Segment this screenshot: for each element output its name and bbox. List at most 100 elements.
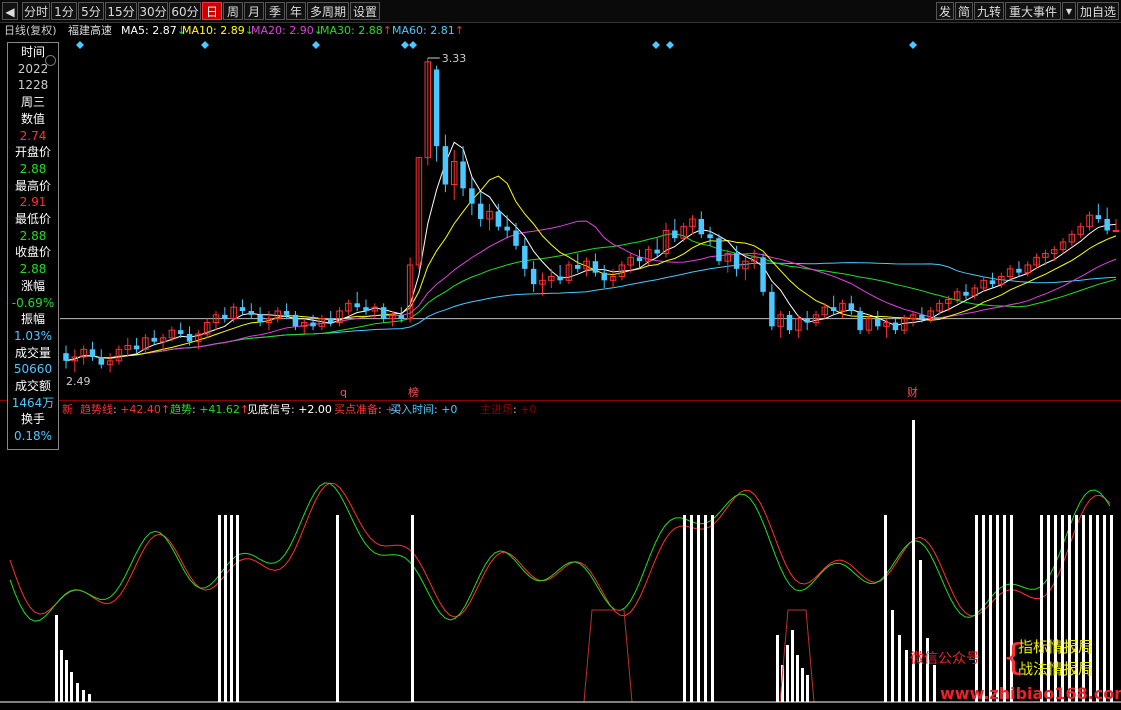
data-window-row-18: 成交量 [14, 345, 51, 360]
data-window-row-2: 1228 [17, 78, 49, 93]
candle-body [804, 318, 810, 323]
event-marker-0: q [340, 386, 347, 399]
candle-body [327, 318, 334, 323]
data-window-row-0: 时间 [20, 45, 45, 59]
candle-body [310, 322, 316, 327]
signal-bar [711, 515, 714, 702]
candle-body [1112, 230, 1120, 232]
candle-body [442, 146, 449, 185]
candle-body [477, 203, 484, 219]
signal-bar [88, 694, 91, 702]
data-window-row-7: 2.88 [19, 161, 47, 176]
signal-bar [218, 515, 221, 702]
signal-bar [76, 683, 79, 702]
candle-body [1095, 215, 1102, 219]
indicator-value-4: +0 [441, 403, 458, 416]
data-window-row-12: 收盘价 [14, 245, 51, 260]
candle-body [513, 230, 519, 246]
data-window-row-21: 1464万 [11, 395, 55, 410]
signal-bar [230, 515, 233, 702]
candle-body [283, 311, 290, 315]
indicator-item-0: 趋势线: +42.40↑ [80, 403, 171, 416]
ma-line-ma10 [65, 175, 1117, 362]
indicator-name: 新 [62, 403, 73, 416]
indicator-item-4: 买入时间: +0 [390, 403, 458, 416]
event-diamond-icon [909, 41, 917, 49]
data-window-row-23: 0.18% [13, 429, 53, 444]
low-price-label: 2.49 [66, 375, 91, 388]
candle-body [830, 307, 837, 311]
signal-bar [791, 630, 794, 702]
signal-bar [411, 515, 414, 702]
candle-body [963, 291, 969, 296]
candle-body [654, 249, 660, 254]
indicator-label-1: 趋势 [170, 403, 192, 416]
indicator-value-2: +2.00 [298, 403, 332, 416]
candle-body [522, 245, 528, 269]
signal-bar [70, 672, 73, 702]
data-window-row-8: 最高价 [14, 178, 51, 193]
candle-body [63, 353, 69, 361]
candle-body [89, 349, 96, 357]
candle-body [222, 314, 228, 319]
event-diamond-icon [652, 41, 660, 49]
candle-body [716, 238, 722, 262]
signal-bar [1110, 515, 1113, 702]
signal-bar [786, 645, 789, 702]
candle-body [363, 307, 369, 311]
oscillator-line-0 [9, 482, 1111, 618]
candle-body [636, 257, 643, 262]
signal-bar [60, 650, 63, 702]
data-window-row-3: 周三 [20, 95, 45, 110]
candle-body [769, 291, 775, 327]
candle-body [433, 69, 440, 147]
candle-body [707, 234, 713, 239]
ma-line-ma60 [65, 262, 1117, 362]
data-window-row-6: 开盘价 [14, 145, 51, 160]
candle-body [892, 322, 899, 331]
candle-body [239, 307, 246, 311]
indicator-label-3: 买点准备 [334, 403, 378, 416]
candle-body [857, 311, 863, 331]
data-window-row-16: 振幅 [20, 312, 45, 327]
candle-body [380, 307, 387, 319]
signal-bar [690, 515, 693, 702]
candle-body [177, 330, 184, 334]
signal-bar [919, 560, 922, 702]
candle-body [469, 188, 475, 204]
signal-bar [236, 515, 239, 702]
data-window: 时间 2022 1228 周三 数值 2.74 开盘价 2.88 最高价 2.91 最低价 2.88 收… [7, 42, 59, 450]
data-window-row-9: 2.91 [19, 195, 47, 210]
signal-bar [776, 635, 779, 702]
watermark-line2: 战法情报局 [1018, 660, 1094, 678]
data-window-row-11: 2.88 [19, 228, 47, 243]
candle-body [919, 314, 925, 319]
signal-bar [224, 515, 227, 702]
candle-body [248, 311, 255, 315]
signal-bar [65, 660, 68, 702]
high-price-label: 3.33 [442, 52, 467, 65]
signal-bar [704, 515, 707, 702]
data-window-row-15: -0.69% [11, 295, 55, 310]
data-window-row-19: 50660 [13, 362, 53, 377]
candle-body [257, 314, 263, 323]
signal-bar [891, 610, 894, 702]
signal-bar [55, 615, 58, 702]
event-marker-2: 财 [907, 385, 918, 399]
signal-bar [905, 650, 908, 702]
signal-bar [1096, 515, 1099, 702]
watermark-brace: { [1002, 637, 1025, 678]
indicator-label-4: 买入时间 [390, 403, 434, 416]
event-diamond-icon [201, 41, 209, 49]
candle-body [575, 265, 581, 269]
indicator-arrow-0: ↑ [160, 403, 171, 416]
signal-bar [697, 515, 700, 702]
candle-body [1016, 268, 1022, 273]
indicator-label-2: 见底信号 [247, 403, 291, 416]
event-diamond-icon [666, 41, 674, 49]
pane-divider [0, 400, 1121, 401]
candle-body [98, 357, 105, 365]
indicator-item-1: 趋势: +41.62↑ [170, 403, 250, 416]
indicator-label-0: 趋势线 [80, 403, 113, 416]
data-window-row-14: 涨幅 [20, 278, 45, 293]
